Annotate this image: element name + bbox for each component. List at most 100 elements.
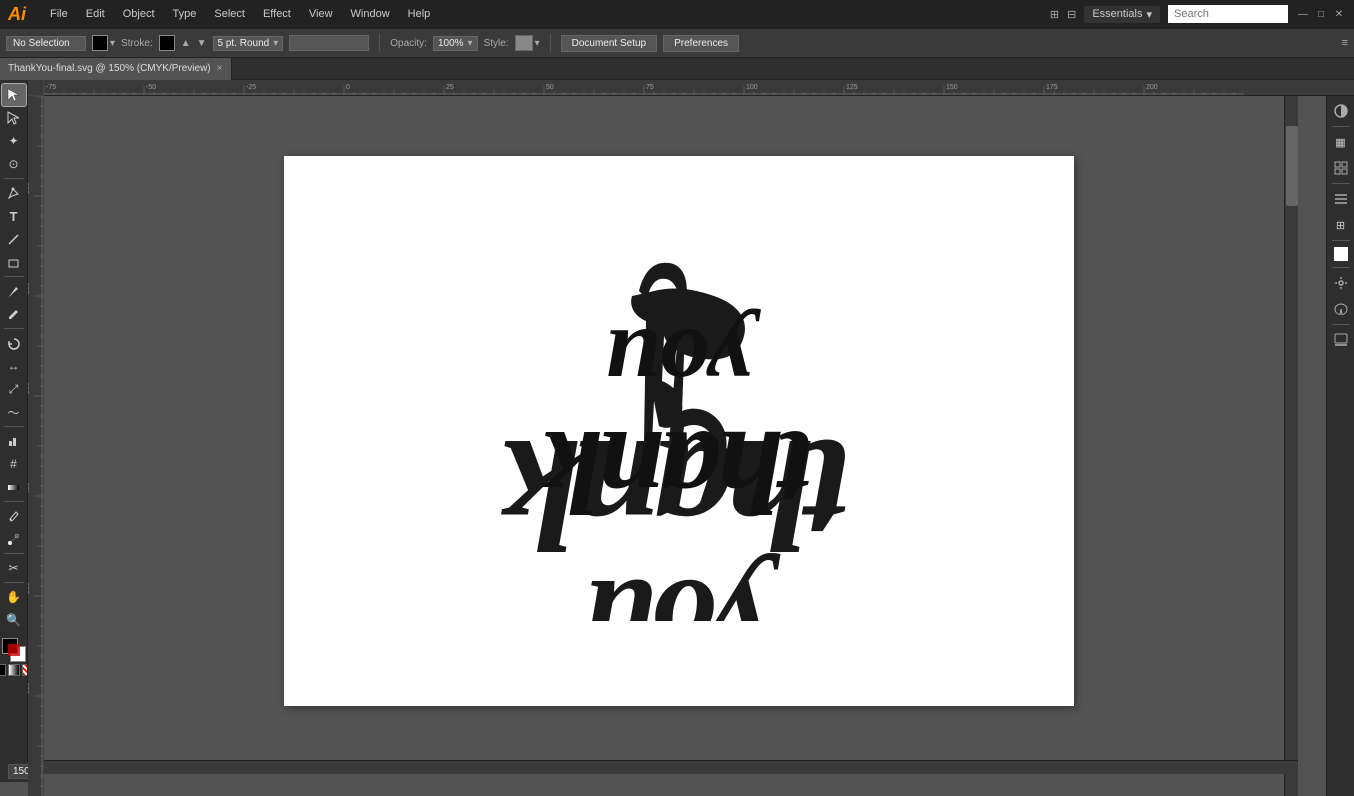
- line-tool[interactable]: [2, 228, 26, 250]
- doc-tab-name: ThankYou-final.svg @ 150% (CMYK/Preview): [8, 63, 211, 74]
- essentials-label: Essentials: [1092, 8, 1142, 20]
- menu-object[interactable]: Object: [115, 6, 163, 22]
- horizontal-scrollbar[interactable]: [44, 760, 1298, 774]
- svg-text:200: 200: [28, 282, 31, 294]
- preferences-button[interactable]: Preferences: [663, 35, 739, 52]
- blend-tool[interactable]: [2, 528, 26, 550]
- settings-panel-btn[interactable]: [1330, 272, 1352, 294]
- workspace-icon[interactable]: ⊟: [1067, 8, 1076, 21]
- color-swatches: [0, 638, 28, 676]
- graph-tool[interactable]: [2, 430, 26, 452]
- reflect-tool[interactable]: ↔: [2, 355, 26, 377]
- scroll-thumb-vertical[interactable]: [1286, 126, 1298, 206]
- rpanel-sep-3: [1332, 240, 1350, 241]
- tool-sep-2: [4, 276, 24, 277]
- menu-effect[interactable]: Effect: [255, 6, 299, 22]
- tool-sep-6: [4, 553, 24, 554]
- menu-file[interactable]: File: [42, 6, 76, 22]
- essentials-dropdown[interactable]: Essentials ▾: [1084, 6, 1160, 23]
- opacity-arrow[interactable]: ▾: [468, 38, 473, 49]
- gradient-tool[interactable]: [2, 476, 26, 498]
- adobe-cc-btn[interactable]: [1330, 298, 1352, 320]
- ruler-corner: [28, 80, 44, 96]
- lasso-tool[interactable]: ⊙: [2, 153, 26, 175]
- scissors-tool[interactable]: ✂: [2, 557, 26, 579]
- selection-tool[interactable]: [2, 84, 26, 106]
- tool-sep-4: [4, 426, 24, 427]
- magic-wand-tool[interactable]: ✦: [2, 130, 26, 152]
- align-panel-btn[interactable]: ⊞: [1330, 214, 1352, 236]
- stroke-value-container: 5 pt. Round ▾: [213, 36, 284, 51]
- document-tab[interactable]: ThankYou-final.svg @ 150% (CMYK/Preview)…: [0, 58, 232, 80]
- rect-tool[interactable]: [2, 251, 26, 273]
- menu-view[interactable]: View: [301, 6, 341, 22]
- fill-swatch[interactable]: [92, 35, 108, 51]
- properties-panel-btn[interactable]: ▦: [1330, 131, 1352, 153]
- menu-type[interactable]: Type: [165, 6, 205, 22]
- white-square-indicator: [1334, 247, 1348, 261]
- cc-libraries-btn[interactable]: [1330, 157, 1352, 179]
- stroke-preview: [289, 35, 369, 51]
- eyedropper-tool[interactable]: [2, 505, 26, 527]
- opacity-label: Opacity:: [390, 38, 427, 49]
- stroke-dropdown-arrow[interactable]: ▾: [273, 38, 278, 49]
- canvas-area[interactable]: thank you thankyou: [44, 96, 1326, 796]
- panel-menu-icon[interactable]: ≡: [1342, 37, 1348, 49]
- stroke-value: 5 pt. Round: [218, 38, 270, 49]
- title-bar-right: ⊞ ⊟ Essentials ▾ — □ ✕: [1050, 5, 1346, 23]
- doc-tab-close[interactable]: ×: [217, 63, 223, 74]
- svg-text:25: 25: [446, 84, 454, 91]
- tool-sep-3: [4, 328, 24, 329]
- style-arrow[interactable]: ▾: [535, 38, 540, 49]
- stroke-down-arrow[interactable]: ▼: [197, 38, 207, 49]
- close-button[interactable]: ✕: [1332, 7, 1346, 21]
- scale-tool[interactable]: ⤢: [2, 378, 26, 400]
- pencil-tool[interactable]: [2, 303, 26, 325]
- title-bar: Ai File Edit Object Type Select Effect V…: [0, 0, 1354, 28]
- maximize-button[interactable]: □: [1314, 7, 1328, 21]
- layers-panel-btn[interactable]: [1330, 188, 1352, 210]
- left-toolbar: ✦ ⊙ T ↔ ⤢ 〜: [0, 80, 28, 762]
- mesh-tool[interactable]: #: [2, 453, 26, 475]
- hand-tool[interactable]: ✋: [2, 586, 26, 608]
- arrange-icon[interactable]: ⊞: [1050, 8, 1059, 21]
- minimize-button[interactable]: —: [1296, 7, 1310, 21]
- tool-sep-1: [4, 178, 24, 179]
- doc-tab-bar: ThankYou-final.svg @ 150% (CMYK/Preview)…: [0, 58, 1354, 80]
- type-tool[interactable]: T: [2, 205, 26, 227]
- tool-sep-7: [4, 582, 24, 583]
- svg-text:200: 200: [1146, 84, 1158, 91]
- gradient-mode-btn[interactable]: [8, 664, 20, 676]
- normal-mode-btn[interactable]: [0, 664, 6, 676]
- style-swatch-container: ▾: [515, 35, 540, 51]
- svg-text:you: you: [588, 552, 782, 621]
- color-panel-btn[interactable]: [1330, 100, 1352, 122]
- pen-tool[interactable]: [2, 182, 26, 204]
- svg-text:100: 100: [746, 84, 758, 91]
- svg-text:0: 0: [346, 84, 350, 91]
- menu-bar: File Edit Object Type Select Effect View…: [42, 6, 438, 22]
- menu-help[interactable]: Help: [400, 6, 439, 22]
- menu-window[interactable]: Window: [343, 6, 398, 22]
- document-setup-button[interactable]: Document Setup: [561, 35, 658, 52]
- menu-edit[interactable]: Edit: [78, 6, 113, 22]
- app-logo: Ai: [8, 4, 26, 25]
- libraries-panel-btn[interactable]: [1330, 329, 1352, 351]
- fg-bg-swatch-group[interactable]: [2, 638, 26, 662]
- rotate-tool[interactable]: [2, 332, 26, 354]
- paintbrush-tool[interactable]: [2, 280, 26, 302]
- search-input[interactable]: [1168, 5, 1288, 23]
- menu-select[interactable]: Select: [206, 6, 253, 22]
- fill-arrow: ▾: [110, 38, 115, 49]
- stroke-color-swatch[interactable]: [159, 35, 175, 51]
- vertical-scrollbar[interactable]: [1284, 96, 1298, 796]
- style-swatch[interactable]: [515, 35, 533, 51]
- svg-text:175: 175: [1046, 84, 1058, 91]
- stroke-up-arrow[interactable]: ▲: [181, 38, 191, 49]
- zoom-tool[interactable]: 🔍: [2, 609, 26, 631]
- direct-select-tool[interactable]: [2, 107, 26, 129]
- svg-text:-50: -50: [146, 84, 156, 91]
- svg-text:300: 300: [28, 382, 31, 394]
- warp-tool[interactable]: 〜: [2, 401, 26, 423]
- vertical-ruler: 100200300400500600: [28, 96, 44, 796]
